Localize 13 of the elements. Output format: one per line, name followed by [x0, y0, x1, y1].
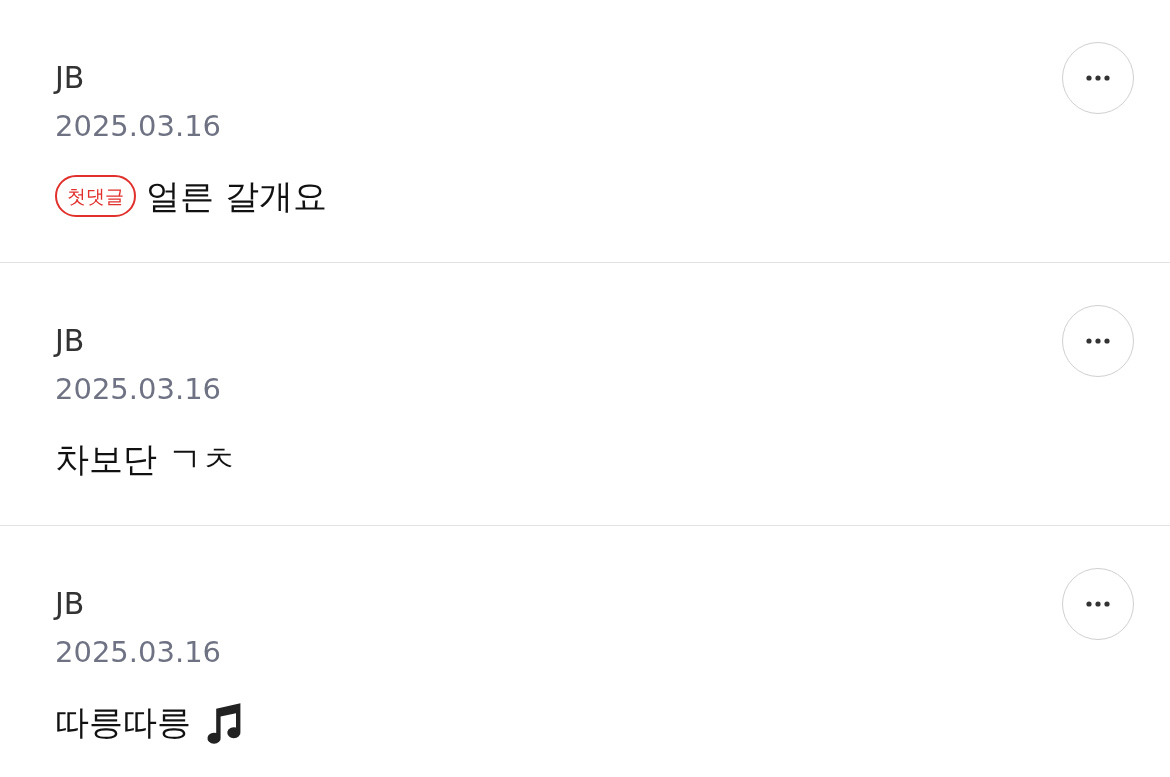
author-name: JB — [55, 322, 86, 360]
more-dots-icon — [1085, 338, 1111, 344]
comment-text: 얼른 갈개요 — [146, 175, 327, 218]
comment-date: 2025.03.16 — [55, 371, 223, 408]
author-name: JB — [55, 59, 86, 97]
comment-date: 2025.03.16 — [55, 108, 223, 145]
comment-text: 차보단 ㄱㅊ — [55, 438, 236, 481]
first-comment-badge: 첫댓글 — [55, 175, 136, 217]
comment-text: 따릉따릉 — [55, 701, 191, 744]
more-dots-icon — [1085, 75, 1111, 81]
comment-date: 2025.03.16 — [55, 634, 223, 671]
author-name: JB — [55, 585, 86, 623]
more-dots-icon — [1085, 601, 1111, 607]
